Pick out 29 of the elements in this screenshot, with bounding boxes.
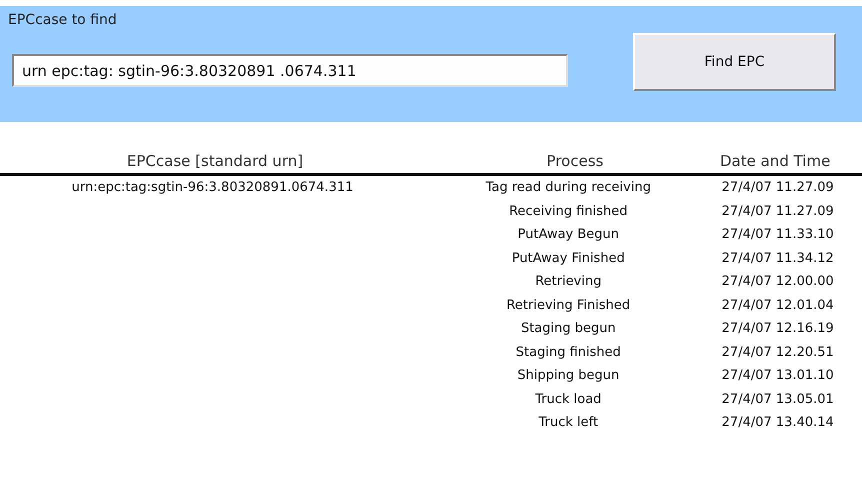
table-cell: Retrieving Finished [506,298,630,313]
column-header: Date and Time [720,152,832,170]
table-cell: Retrieving [535,274,602,290]
table-cell: 27/4/07 12.00.00 [722,274,834,290]
table-cell: 27/4/07 13.05.01 [722,392,834,407]
search-label: EPCcase to find [8,12,118,28]
table-cell: 27/4/07 12.01.04 [722,298,834,313]
table-cell: Shipping begun [517,368,620,384]
table-cell: PutAway Begun [518,227,620,242]
epc-input-field[interactable]: urn epc:tag: sgtin-96:3.80320891 .0674.311 [12,54,568,87]
table-cell: PutAway Finished [512,250,625,266]
table-cell: 27/4/07 11.34.12 [722,250,834,266]
table-cell: Staging finished [516,344,621,360]
table-cell: 27/4/07 11.33.10 [722,227,834,242]
table-cell: Staging begun [520,321,616,336]
table-cell: Truck left [538,415,598,430]
table-cell: 27/4/07 13.40.14 [722,415,834,430]
table-cell: 27/4/07 11.27.09 [722,180,834,196]
table-cell: urn:epc:tag:sgtin-96:3.80320891.0674.311 [72,180,354,196]
table-cell: 27/4/07 13.01.10 [722,368,834,384]
table-cell: Truck load [535,392,602,407]
table-cell: 27/4/07 12.20.51 [722,344,834,360]
table-cell: Receiving finished [509,204,628,219]
column-header: Process [546,152,604,170]
column-header: EPCcase [standard urn] [126,152,304,170]
find-epc-button[interactable]: Find EPC [633,33,836,91]
table-cell: Tag read during receiving [486,180,651,196]
table-cell: 27/4/07 11.27.09 [722,204,834,219]
table-cell: 27/4/07 12.16.19 [722,321,834,336]
